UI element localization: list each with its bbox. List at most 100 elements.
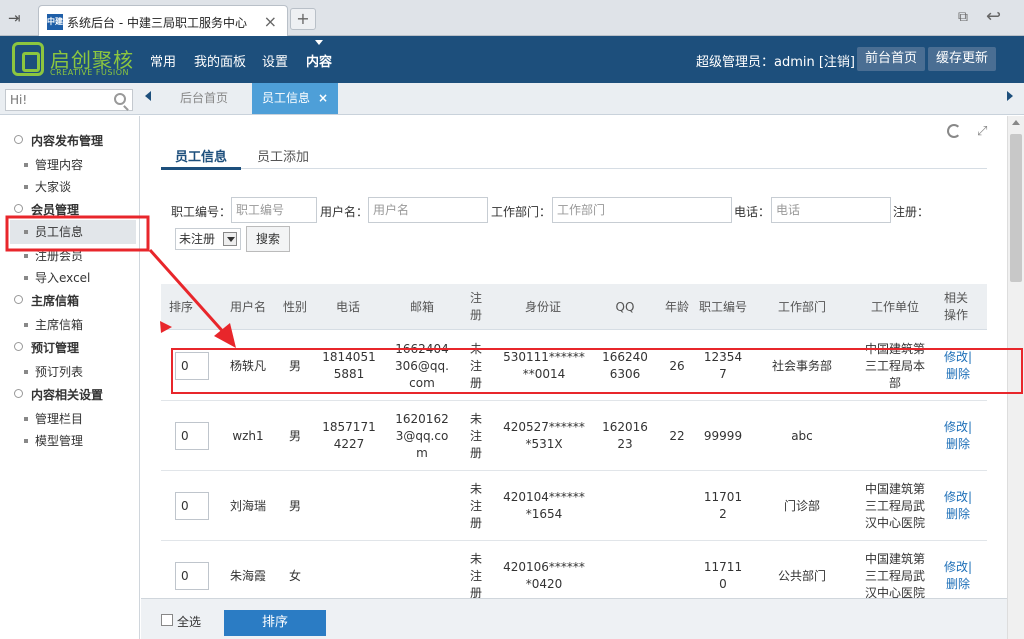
logo-subtitle: CREATIVE FUSION [50, 68, 130, 77]
sort-order-input[interactable]: 0 [175, 352, 209, 380]
col-idcard: 身份证 [524, 299, 561, 314]
tab-employee-info-list[interactable]: 员工信息 [175, 146, 227, 165]
delete-link[interactable]: 删除 [946, 366, 970, 383]
select-all-checkbox[interactable] [161, 614, 173, 626]
reg-status-value: 未注册 [179, 232, 216, 246]
close-icon[interactable]: × [318, 91, 328, 105]
nav-item-content[interactable]: 内容 [306, 51, 332, 70]
sidebar-group-content-publish[interactable]: 内容发布管理 [14, 132, 103, 149]
sidebar-item-chairman-mailbox[interactable]: 主席信箱 [24, 316, 83, 333]
delete-link[interactable]: 删除 [946, 576, 970, 593]
fullscreen-icon[interactable]: ⤢ [977, 124, 987, 139]
back-arrow-icon[interactable]: ↩ [986, 6, 1001, 27]
scrollbar-thumb[interactable] [1010, 134, 1022, 282]
tab-overview-icon[interactable]: ⧉ [958, 9, 968, 25]
cell-phone [321, 471, 377, 541]
sidebar-search [5, 89, 133, 111]
sort-order-input[interactable]: 0 [175, 492, 209, 520]
close-icon[interactable]: × [264, 12, 277, 31]
cell-gender: 男 [288, 498, 301, 513]
tabs-scroll-left-icon[interactable] [145, 91, 151, 101]
logo-mark-icon [12, 42, 44, 76]
admin-info[interactable]: 超级管理员：admin [注销] [696, 51, 855, 70]
sidebar-item-manage-content[interactable]: 管理内容 [24, 156, 83, 173]
browser-tab[interactable]: 中建 系统后台 - 中建三局职工服务中心 × [38, 5, 288, 36]
cell-actions: 修改| 删除 [943, 331, 973, 401]
refresh-icon[interactable] [947, 124, 961, 138]
nav-item-settings[interactable]: 设置 [262, 51, 288, 70]
sort-order-input[interactable]: 0 [175, 562, 209, 590]
site-favicon-icon: 中建 [47, 14, 63, 30]
tab-label: 后台首页 [180, 91, 229, 105]
content-scrollbar[interactable] [1007, 116, 1024, 639]
search-icon[interactable] [114, 93, 126, 105]
emp-no-label: 职工编号： [171, 205, 232, 219]
sidebar-group-member[interactable]: 会员管理 [14, 201, 79, 218]
sidebar-item-model-management[interactable]: 模型管理 [24, 432, 83, 449]
sidebar-item-import-excel[interactable]: 导入excel [24, 269, 90, 286]
col-sort: 排序 [168, 299, 193, 314]
cell-gender: 男 [288, 428, 301, 443]
edit-link[interactable]: 修改| [944, 559, 972, 576]
sidebar-item-manage-columns[interactable]: 管理栏目 [24, 410, 83, 427]
frontend-home-button[interactable]: 前台首页 [857, 47, 926, 71]
logo: 启创聚核 CREATIVE FUSION [12, 42, 142, 78]
sidebar-item-employee-info[interactable]: 员工信息 [10, 220, 136, 244]
phone-input[interactable]: 电话 [771, 197, 891, 223]
nav-item-common[interactable]: 常用 [150, 51, 176, 70]
col-age: 年龄 [665, 299, 690, 314]
scroll-up-icon[interactable] [1012, 120, 1020, 125]
cell-age [665, 471, 689, 541]
sort-button[interactable]: 排序 [224, 610, 326, 636]
cell-dept: 门诊部 [783, 498, 820, 513]
chevron-down-icon[interactable] [223, 232, 237, 246]
dept-input[interactable]: 工作部门 [552, 197, 732, 223]
cache-update-button[interactable]: 缓存更新 [928, 47, 997, 71]
delete-link[interactable]: 删除 [946, 436, 970, 453]
cell-username: 刘海瑞 [229, 498, 266, 513]
username-input[interactable]: 用户名 [368, 197, 488, 223]
sidebar-toggle-icon[interactable]: ⇥ [8, 9, 26, 27]
reg-status-select[interactable]: 未注册 [175, 228, 241, 250]
phone-label: 电话： [734, 205, 771, 219]
col-qq: QQ [615, 299, 635, 314]
cell-dept: abc [791, 428, 813, 443]
sidebar-group-chairman-mailbox[interactable]: 主席信箱 [14, 292, 79, 309]
col-emp-no: 职工编号 [699, 299, 748, 314]
search-input[interactable] [6, 90, 106, 110]
cell-emp-no: 117012 [703, 490, 743, 521]
table-row: 0 杨轶凡 男 18140515881 1662404306@qq.com 未注… [161, 331, 987, 401]
content-tools: ⤢ [947, 124, 997, 142]
cell-age: 26 [669, 358, 685, 373]
table-header: 排序 用户名 性别 电话 邮箱 注册 身份证 QQ 年龄 职工编号 工作部门 工… [161, 284, 987, 330]
sidebar-group-booking[interactable]: 预订管理 [14, 339, 79, 356]
tab-employee-info[interactable]: 员工信息 × [252, 83, 339, 114]
nav-item-my-panel[interactable]: 我的面板 [194, 51, 246, 70]
tab-label: 员工信息 [262, 91, 311, 105]
active-nav-indicator-icon [315, 40, 323, 45]
sidebar-group-content-settings[interactable]: 内容相关设置 [14, 386, 103, 403]
cell-registered: 未注册 [469, 411, 482, 460]
new-tab-button[interactable]: + [290, 8, 316, 30]
cell-emp-no: 99999 [703, 428, 743, 443]
edit-link[interactable]: 修改| [944, 489, 972, 506]
active-tab-underline [161, 167, 241, 170]
col-unit: 工作单位 [870, 299, 919, 314]
cell-unit: 中国建筑第三工程局本部 [864, 341, 925, 390]
sort-order-input[interactable]: 0 [175, 422, 209, 450]
emp-no-input[interactable]: 职工编号 [231, 197, 317, 223]
search-button[interactable]: 搜索 [246, 226, 290, 252]
cell-unit: 中国建筑第三工程局武汉中心医院 [864, 481, 925, 530]
sidebar-item-registered-members[interactable]: 注册会员 [24, 247, 83, 264]
tab-employee-add[interactable]: 员工添加 [257, 146, 309, 165]
tab-backend-home[interactable]: 后台首页 [170, 83, 238, 114]
sidebar-item-booking-list[interactable]: 预订列表 [24, 363, 83, 380]
edit-link[interactable]: 修改| [944, 349, 972, 366]
cell-gender: 男 [288, 358, 301, 373]
username-label: 用户名： [320, 205, 369, 219]
delete-link[interactable]: 删除 [946, 506, 970, 523]
sidebar-item-discussion[interactable]: 大家谈 [24, 178, 71, 195]
edit-link[interactable]: 修改| [944, 419, 972, 436]
tabs-scroll-right-icon[interactable] [1007, 91, 1013, 101]
cell-idcard: 420104*******1654 [503, 490, 585, 521]
